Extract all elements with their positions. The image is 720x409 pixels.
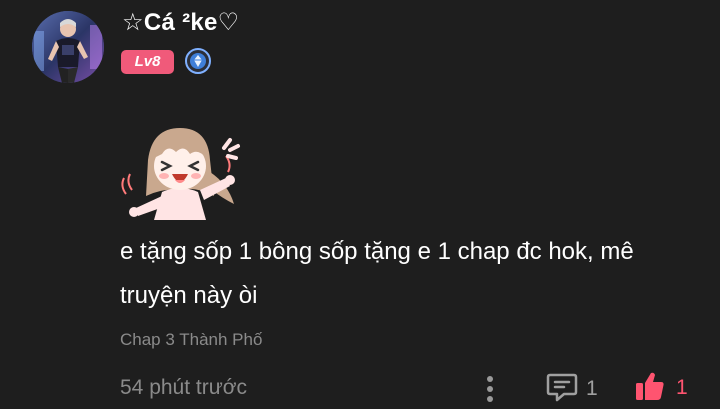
diamond-rank-icon bbox=[184, 47, 212, 75]
like-button[interactable]: 1 bbox=[634, 370, 688, 406]
comment-text: e tặng sốp 1 bông sốp tặng e 1 chap đc h… bbox=[120, 238, 634, 309]
level-badge: Lv8 bbox=[121, 50, 174, 74]
reply-button[interactable]: 1 bbox=[546, 372, 598, 406]
timestamp: 54 phút trước bbox=[120, 376, 248, 399]
reply-count: 1 bbox=[586, 377, 598, 400]
happy-anime-girl-sticker bbox=[118, 120, 246, 224]
avatar[interactable] bbox=[32, 11, 104, 83]
more-vertical-icon[interactable] bbox=[476, 372, 504, 406]
username[interactable]: ☆Cá ²ke♡ bbox=[122, 8, 239, 37]
like-count: 1 bbox=[676, 376, 688, 399]
thumbs-up-icon bbox=[634, 370, 666, 407]
comment-icon bbox=[546, 372, 578, 407]
chapter-link[interactable]: Chap 3 Thành Phố bbox=[120, 330, 262, 350]
